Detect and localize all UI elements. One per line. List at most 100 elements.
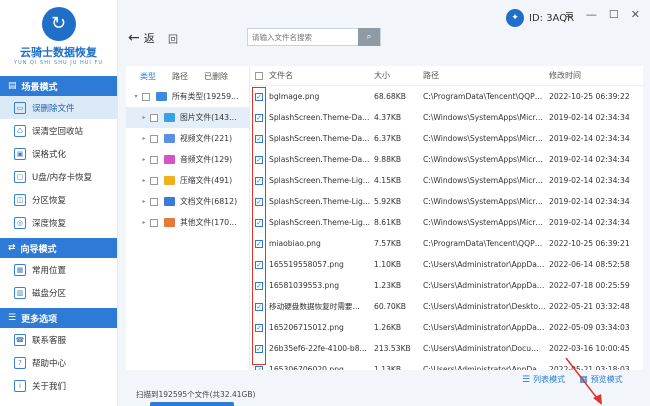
expand-icon[interactable]: ▸ — [138, 114, 150, 121]
sidebar-item[interactable]: ◎ 深度恢复 — [0, 211, 117, 234]
file-row[interactable]: ✓ 移动硬盘数据恢复时需要... 60.70KB C:\Users\Administr… — [250, 296, 643, 317]
sidebar-item[interactable]: ▢ U盘/内存卡恢复 — [0, 165, 117, 188]
file-type-icon — [164, 218, 175, 227]
sidebar-item[interactable]: ▣ 误格式化 — [0, 142, 117, 165]
file-name: 165206715012.png — [269, 323, 344, 332]
expand-icon[interactable]: ▾ — [130, 93, 142, 100]
tab-type[interactable]: 类型 — [140, 71, 156, 82]
header-name[interactable]: 文件名 — [268, 70, 371, 81]
file-checkbox[interactable]: ✓ — [255, 113, 263, 122]
sidebar-item-icon: i — [14, 379, 26, 392]
tree-checkbox[interactable] — [150, 155, 158, 164]
sidebar-item[interactable]: i 关于我们 — [0, 374, 117, 397]
file-path: C:\Windows\SystemApps\Micros... — [423, 197, 546, 206]
sidebar-item-icon: ☎ — [14, 333, 26, 346]
file-time: 2022-05-21 03:18:03 — [549, 365, 630, 370]
file-size: 68.68KB — [374, 92, 406, 101]
header-path[interactable]: 路径 — [420, 70, 546, 81]
recover-button-edge[interactable] — [150, 402, 234, 406]
maximize-icon[interactable]: ☐ — [609, 8, 619, 21]
file-row[interactable]: ✓ SplashScreen.Theme-Lig... 5.92KB C:\Windo… — [250, 191, 643, 212]
file-checkbox[interactable]: ✓ — [255, 134, 263, 143]
search-input[interactable] — [248, 29, 358, 45]
tree-row[interactable]: ▸ 图片文件(143... — [126, 107, 249, 128]
top-bar: ✦ ID: 3AQR ≡ — ☐ ✕ ← 返 回 ⌕ — [118, 0, 650, 62]
file-checkbox[interactable]: ✓ — [255, 281, 263, 290]
file-time: 2022-07-18 00:25:59 — [549, 281, 630, 290]
header-time[interactable]: 修改时间 — [546, 70, 643, 81]
file-row[interactable]: ✓ 165519558057.png 1.10KB C:\Users\Administ… — [250, 254, 643, 275]
header-size[interactable]: 大小 — [371, 70, 420, 81]
expand-icon[interactable]: ▸ — [138, 156, 150, 163]
sidebar-section-header: ▤ 场景模式 — [0, 76, 117, 96]
tree-row[interactable]: ▾ 所有类型(19259... — [126, 86, 249, 107]
preview-mode-button[interactable]: ▦ 预览模式 — [579, 374, 623, 385]
tree-checkbox[interactable] — [150, 134, 158, 143]
back-label: 返 — [143, 32, 155, 45]
file-checkbox[interactable]: ✓ — [255, 92, 263, 101]
tree-row[interactable]: ▸ 其他文件(170... — [126, 212, 249, 233]
settings-icon[interactable]: ≡ — [565, 8, 574, 21]
tab-path[interactable]: 路径 — [172, 71, 188, 82]
tree-row[interactable]: ▸ 音频文件(129) — [126, 149, 249, 170]
file-row[interactable]: ✓ SplashScreen.Theme-Da... 6.37KB C:\Window… — [250, 128, 643, 149]
file-checkbox[interactable]: ✓ — [255, 155, 263, 164]
file-row[interactable]: ✓ 165306706020.png 1.13KB C:\Users\Administ… — [250, 359, 643, 370]
file-list: 文件名 大小 路径 修改时间 ✓ bgImage.png 68.68KB C:\Pro… — [250, 66, 643, 370]
tree-checkbox[interactable] — [150, 197, 158, 206]
file-checkbox[interactable]: ✓ — [255, 239, 263, 248]
back-button[interactable]: ← 返 — [128, 30, 155, 46]
tree-checkbox[interactable] — [150, 113, 158, 122]
sidebar-item[interactable]: ▭ 误删除文件 — [0, 96, 117, 119]
file-checkbox[interactable]: ✓ — [255, 323, 263, 332]
file-checkbox[interactable]: ✓ — [255, 365, 263, 370]
sidebar-item-label: 分区恢复 — [32, 195, 67, 206]
sidebar-item[interactable]: ▥ 磁盘分区 — [0, 281, 117, 304]
list-mode-button[interactable]: ☰ 列表模式 — [522, 374, 565, 385]
file-row[interactable]: ✓ 16581039553.png 1.23KB C:\Users\Administr… — [250, 275, 643, 296]
tab-deleted[interactable]: 已删除 — [204, 71, 228, 82]
user-avatar-icon: ✦ — [506, 9, 524, 27]
file-name: SplashScreen.Theme-Lig... — [269, 176, 371, 185]
select-all-checkbox[interactable] — [255, 71, 263, 80]
file-row[interactable]: ✓ bgImage.png 68.68KB C:\ProgramData\Tencen… — [250, 86, 643, 107]
sidebar-item-icon: ▢ — [14, 170, 26, 183]
file-size: 7.57KB — [374, 239, 402, 248]
tree-checkbox[interactable] — [150, 218, 158, 227]
sidebar-item-icon: ▣ — [14, 147, 26, 160]
expand-icon[interactable]: ▸ — [138, 219, 150, 226]
section-label: 更多选项 — [21, 314, 58, 325]
sidebar-item[interactable]: ♺ 误清空回收站 — [0, 119, 117, 142]
sidebar-item[interactable]: ? 帮助中心 — [0, 351, 117, 374]
app-window: ↻ 云骑士数据恢复 YUN QI SHI SHU JU HUI FU ▤ 场景模式… — [0, 0, 650, 406]
file-row[interactable]: ✓ 165206715012.png 1.26KB C:\Users\Administ… — [250, 317, 643, 338]
tree-row[interactable]: ▸ 文档文件(6812) — [126, 191, 249, 212]
file-type-icon — [164, 155, 175, 164]
sidebar-item[interactable]: ◫ 分区恢复 — [0, 188, 117, 211]
close-icon[interactable]: ✕ — [631, 8, 640, 21]
file-row[interactable]: ✓ SplashScreen.Theme-Da... 4.37KB C:\Window… — [250, 107, 643, 128]
tree-checkbox[interactable] — [150, 176, 158, 185]
expand-icon[interactable]: ▸ — [138, 198, 150, 205]
minimize-icon[interactable]: — — [586, 8, 597, 21]
expand-icon[interactable]: ▸ — [138, 177, 150, 184]
home-button[interactable]: 回 — [168, 31, 178, 46]
file-row[interactable]: ✓ miaobiao.png 7.57KB C:\ProgramData\Tencen… — [250, 233, 643, 254]
tree-row[interactable]: ▸ 压缩文件(491) — [126, 170, 249, 191]
file-row[interactable]: ✓ SplashScreen.Theme-Lig... 8.61KB C:\Windo… — [250, 212, 643, 233]
file-row[interactable]: ✓ SplashScreen.Theme-Da... 9.88KB C:\Window… — [250, 149, 643, 170]
file-checkbox[interactable]: ✓ — [255, 344, 263, 353]
file-checkbox[interactable]: ✓ — [255, 197, 263, 206]
file-checkbox[interactable]: ✓ — [255, 218, 263, 227]
file-row[interactable]: ✓ SplashScreen.Theme-Lig... 4.15KB C:\Windo… — [250, 170, 643, 191]
expand-icon[interactable]: ▸ — [138, 135, 150, 142]
file-checkbox[interactable]: ✓ — [255, 302, 263, 311]
file-checkbox[interactable]: ✓ — [255, 260, 263, 269]
tree-row[interactable]: ▸ 视频文件(221) — [126, 128, 249, 149]
sidebar-item[interactable]: ☎ 联系客服 — [0, 328, 117, 351]
file-checkbox[interactable]: ✓ — [255, 176, 263, 185]
file-row[interactable]: ✓ 26b35ef6-22fe-4100-b8... 213.53KB C:\User… — [250, 338, 643, 359]
sidebar-item[interactable]: ▦ 常用位置 — [0, 258, 117, 281]
tree-checkbox[interactable] — [142, 92, 150, 101]
search-icon[interactable]: ⌕ — [358, 28, 380, 46]
